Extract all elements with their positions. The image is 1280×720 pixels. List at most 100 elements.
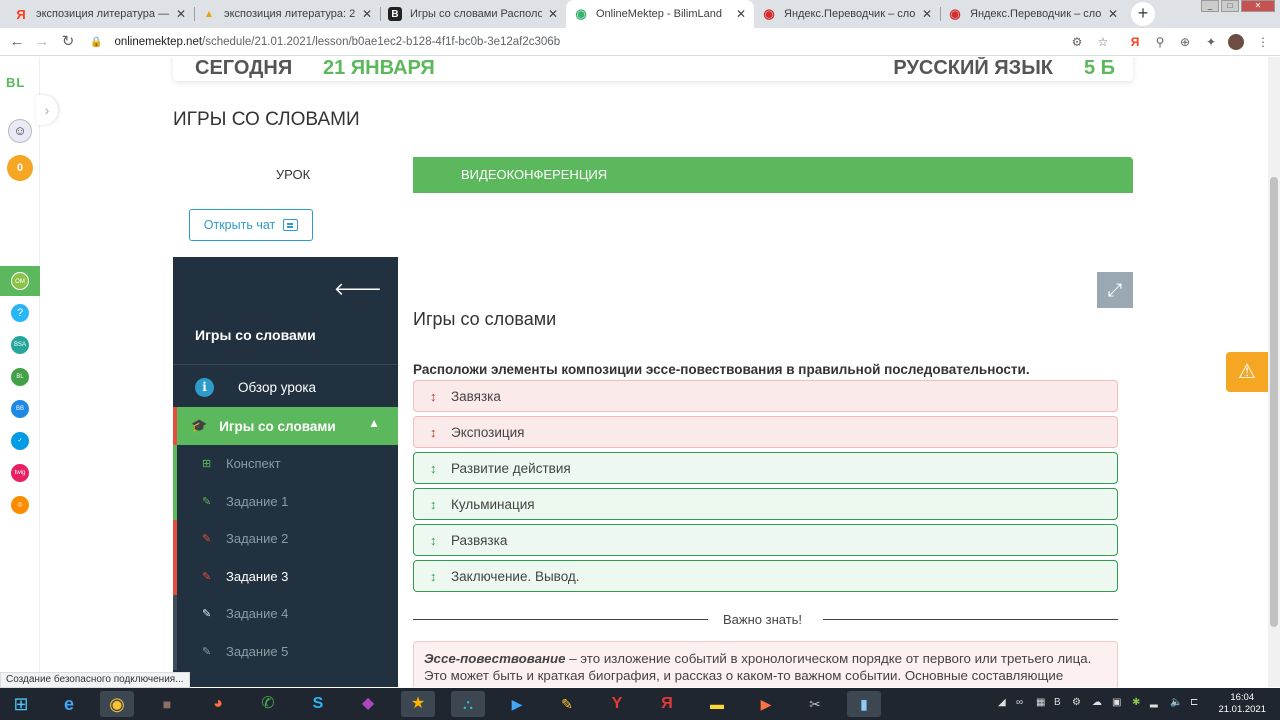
sidebar-item-task-1[interactable]: ✎ Задание 1 (173, 482, 398, 520)
tab-video-conference[interactable]: ВИДЕОКОНФЕРЕНЦИЯ (413, 157, 1133, 193)
tray-icon[interactable]: B (1054, 697, 1061, 708)
sortable-item[interactable]: ↕ Экспозиция (413, 416, 1118, 448)
drag-arrows-icon[interactable]: ↕ (430, 569, 440, 584)
extension-icon[interactable]: ⚙ (1070, 35, 1084, 49)
minimize-window-icon[interactable]: _ (1201, 0, 1219, 12)
date-label: 21 ЯНВАРЯ (323, 57, 435, 79)
file-explorer-icon[interactable]: ▬ (700, 691, 734, 717)
tray-icon[interactable]: ✱ (1132, 697, 1140, 708)
sidebar-item-task-2[interactable]: ✎ Задание 2 (173, 520, 398, 558)
sidebar-item-overview[interactable]: i Обзор урока (173, 367, 398, 407)
fullscreen-expand-icon[interactable]: ⤢ (1097, 272, 1133, 308)
online-mektep-app-icon[interactable]: OM (11, 272, 29, 290)
report-warning-icon[interactable]: ⚠ (1226, 352, 1268, 392)
bilimland-logo[interactable]: BL (6, 75, 25, 90)
yandex-browser-icon[interactable]: Y (600, 691, 634, 717)
whatsapp-icon[interactable]: ✆ (251, 691, 285, 717)
forward-arrow-icon[interactable]: → (32, 32, 52, 52)
minecraft-icon[interactable]: ■ (150, 691, 184, 717)
sortable-item[interactable]: ↕ Заключение. Вывод. (413, 560, 1118, 592)
volume-icon[interactable]: 🔈 (1170, 697, 1182, 708)
chrome-icon[interactable]: ◉ (100, 691, 134, 717)
sidebar-item-task-5[interactable]: ✎ Задание 5 (173, 632, 398, 670)
star-app-icon[interactable]: ★ (401, 691, 435, 717)
page-scrollbar[interactable] (1268, 57, 1280, 687)
browser-tab-2[interactable]: ▲ экспозиция литература: 2 тыс ✕ (194, 0, 380, 28)
close-window-icon[interactable]: ✕ (1241, 0, 1275, 12)
sidebar-section-word-games[interactable]: 🎓 Игры со словами ▲ (173, 407, 398, 445)
sortable-item[interactable]: ↕ Завязка (413, 380, 1118, 412)
tab-lesson[interactable]: УРОК (173, 157, 413, 193)
chevron-up-icon[interactable]: ▲ (368, 416, 380, 430)
tray-icon[interactable]: ▣ (1112, 697, 1121, 708)
tray-icon[interactable]: ⚙ (1072, 697, 1081, 708)
app-icon[interactable]: ✂ (798, 691, 832, 717)
sidebar-item-task-4[interactable]: ✎ Задание 4 (173, 595, 398, 633)
tray-icon[interactable]: ☁ (1092, 697, 1102, 708)
network-icon[interactable]: ⊏ (1190, 697, 1198, 708)
maximize-window-icon[interactable]: □ (1221, 0, 1239, 12)
reload-icon[interactable]: ↻ (58, 32, 78, 52)
app-icon[interactable]: BSA (11, 336, 29, 354)
close-tab-icon[interactable]: ✕ (548, 7, 558, 21)
tray-icon[interactable]: ▦ (1036, 697, 1045, 708)
browser-tab-6[interactable]: ◉ Яндекс.Переводчик – словарь ✕ (940, 0, 1126, 28)
extension-icon[interactable]: ⚲ (1153, 35, 1167, 49)
help-icon[interactable]: ? (11, 304, 29, 322)
twig-app-icon[interactable]: twig (11, 464, 29, 482)
browser-tab-3[interactable]: B Игры со словами Расположите ✕ (380, 0, 566, 28)
scrollbar-thumb[interactable] (1270, 177, 1278, 627)
browser-tab-1[interactable]: Я экспозиция литература — Янд ✕ (6, 0, 194, 28)
close-tab-icon[interactable]: ✕ (736, 7, 746, 21)
internet-explorer-icon[interactable]: e (52, 691, 86, 717)
test-app-icon[interactable]: ✓ (11, 432, 29, 450)
network-app-icon[interactable]: ⛬ (451, 691, 485, 717)
skype-icon[interactable]: S (301, 691, 335, 717)
back-arrow-icon[interactable]: ← (7, 32, 27, 52)
drag-arrows-icon[interactable]: ↕ (430, 461, 440, 476)
back-arrow-icon[interactable]: 🡐 (334, 279, 382, 300)
sortable-item[interactable]: ↕ Кульминация (413, 488, 1118, 520)
app-diamond-icon[interactable]: ◆ (351, 691, 385, 717)
open-chat-button[interactable]: Открыть чат (189, 209, 313, 241)
close-tab-icon[interactable]: ✕ (362, 7, 372, 21)
url-field[interactable]: 🔒 onlinemektep.net/schedule/21.01.2021/l… (90, 31, 1120, 53)
media-player-icon[interactable]: ▶ (749, 691, 783, 717)
extensions-puzzle-icon[interactable]: ✦ (1204, 35, 1218, 49)
new-tab-button[interactable]: + (1131, 2, 1155, 26)
close-tab-icon[interactable]: ✕ (922, 7, 932, 21)
paint-app-icon[interactable]: ✎ (550, 691, 584, 717)
sortable-item[interactable]: ↕ Развязка (413, 524, 1118, 556)
browser-tab-5[interactable]: ◉ Яндекс.Переводчик – словарь ✕ (754, 0, 940, 28)
drag-arrows-icon[interactable]: ↕ (430, 425, 440, 440)
drag-arrows-icon[interactable]: ↕ (430, 389, 440, 404)
sidebar-item-task-3[interactable]: ✎ Задание 3 (173, 557, 398, 595)
start-button-icon[interactable]: ⊞ (2, 691, 40, 717)
zoom-extension-icon[interactable]: ⊕ (1178, 35, 1192, 49)
coins-badge[interactable]: 0 (7, 155, 33, 181)
app-icon[interactable]: ◎ (11, 496, 29, 514)
sortable-item[interactable]: ↕ Развитие действия (413, 452, 1118, 484)
rail-expand-chevron-icon[interactable]: › (36, 95, 58, 125)
signal-icon[interactable]: ▂ (1150, 697, 1158, 708)
close-tab-icon[interactable]: ✕ (176, 7, 186, 21)
browser-tab-4-active[interactable]: ◉ OnlineMektep - BilimLand ✕ (566, 0, 754, 28)
user-avatar[interactable]: ☺ (8, 119, 32, 143)
drag-arrows-icon[interactable]: ↕ (430, 533, 440, 548)
zoom-app-icon[interactable]: ▶ (500, 691, 534, 717)
firefox-icon[interactable]: ◕ (201, 691, 235, 717)
tray-icon[interactable]: ∞ (1016, 697, 1023, 708)
system-clock[interactable]: 16:04 21.01.2021 (1218, 692, 1266, 716)
close-tab-icon[interactable]: ✕ (1108, 7, 1118, 21)
bookmark-star-icon[interactable]: ☆ (1096, 35, 1110, 49)
app-icon[interactable]: ▮ (847, 691, 881, 717)
menu-kebab-icon[interactable]: ⋮ (1256, 35, 1270, 49)
drag-arrows-icon[interactable]: ↕ (430, 497, 440, 512)
yandex-icon[interactable]: Я (650, 691, 684, 717)
yandex-extension-icon[interactable]: Я (1128, 35, 1142, 49)
bilimland-app-icon[interactable]: BL (11, 368, 29, 386)
profile-avatar[interactable] (1228, 34, 1244, 50)
bilimbook-app-icon[interactable]: BB (11, 400, 29, 418)
tray-icon[interactable]: ◢ (998, 697, 1006, 708)
sidebar-item-summary[interactable]: ⊞ Конспект (173, 445, 398, 483)
